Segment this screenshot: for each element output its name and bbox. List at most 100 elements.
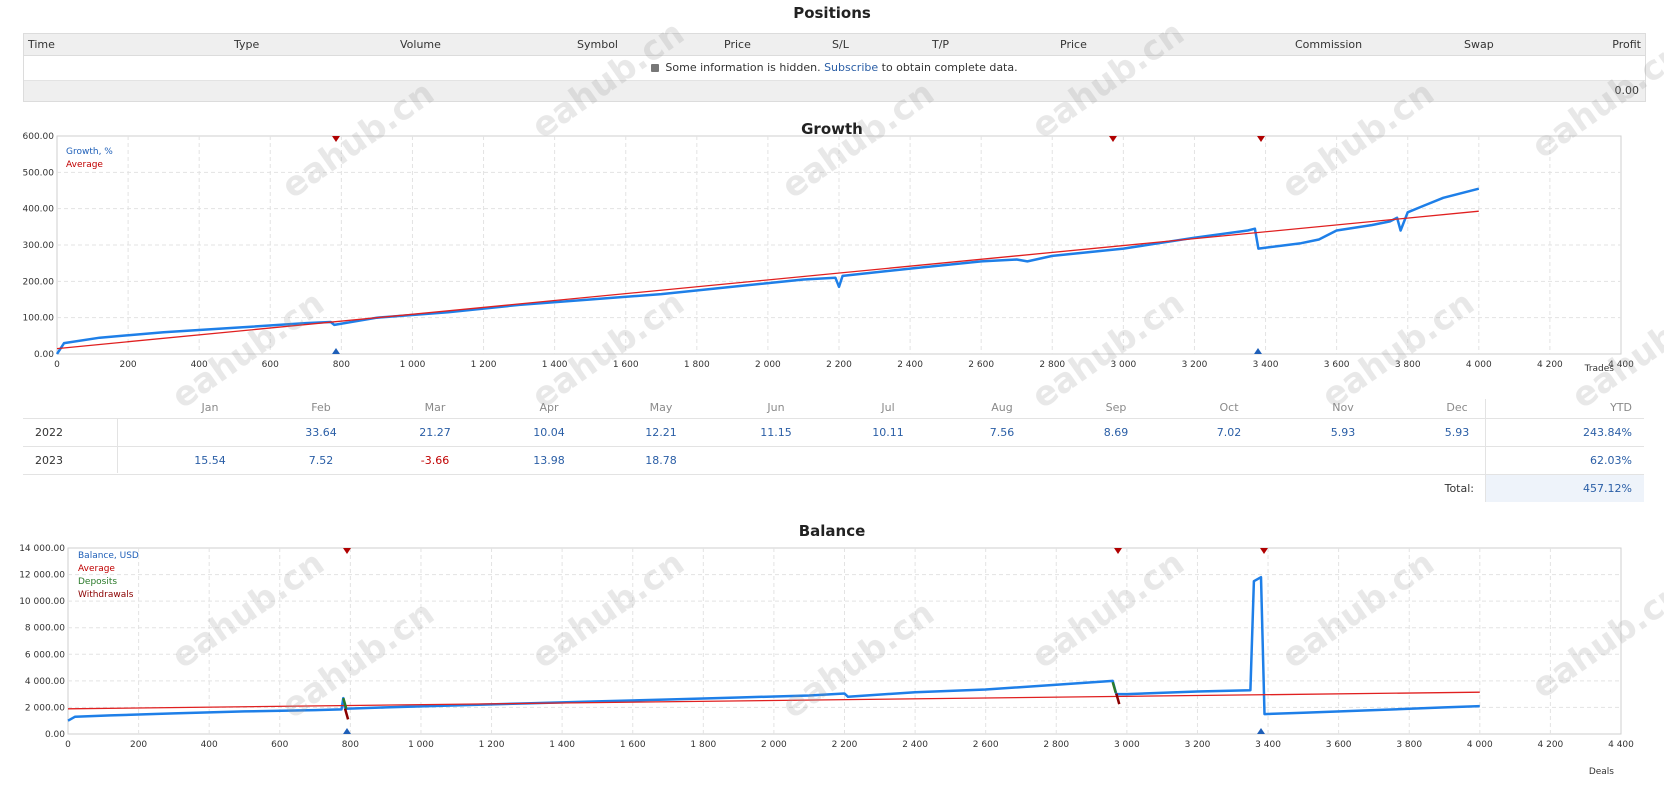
month-value: 7.52 [308,454,334,467]
x-tick-label: 1 600 [620,740,646,750]
x-tick-label: 200 [130,740,147,750]
monthly-total: Total: 457.12% [23,475,1644,502]
month-header-aug: Aug [991,401,1013,414]
col-price: Price [724,38,751,51]
x-tick-label: 600 [262,360,279,370]
y-tick-label: 100.00 [23,314,55,324]
month-value: 5.93 [1330,426,1356,439]
x-tick-label: 3 800 [1396,740,1422,750]
x-tick-label: 3 200 [1182,360,1208,370]
balance-xlabel: Deals [1589,767,1614,777]
x-tick-label: 400 [201,740,218,750]
col-time: Time [28,38,55,51]
ytd-value: 243.84% [1583,426,1632,439]
positions-table: Time Type Volume Symbol Price S/L T/P Pr… [23,33,1646,102]
x-tick-label: 3 000 [1110,360,1136,370]
y-tick-label: 0.00 [45,730,65,740]
col-close-price: Price [1060,38,1087,51]
x-tick-label: 4 400 [1608,740,1634,750]
lock-icon [651,64,660,72]
balance-chart: 0 200 400 600 800 1 000 1 200 1 400 1 600 1 800 2 … [19,544,1634,777]
growth-legend-growth: Growth, % [66,147,113,157]
balance-legend-deposits: Deposits [78,577,117,587]
col-sl: S/L [832,38,849,51]
growth-xlabel: Trades [1584,364,1615,374]
month-value: 33.64 [305,426,337,439]
x-tick-label: 0 [65,740,71,750]
positions-title: Positions [793,4,871,22]
x-tick-label: 1 800 [684,360,710,370]
positions-total: 0.00 [24,81,1645,101]
month-value: 12.21 [645,426,677,439]
x-tick-label: 3 000 [1114,740,1140,750]
x-tick-label: 2 600 [973,740,999,750]
year-label: 2023 [35,454,63,467]
x-tick-label: 400 [191,360,208,370]
x-tick-label: 2 400 [897,360,923,370]
x-tick-label: 2 400 [902,740,928,750]
y-tick-label: 400.00 [23,205,55,215]
month-value: 10.11 [872,426,904,439]
x-tick-label: 3 400 [1253,360,1279,370]
x-tick-label: 4 200 [1537,360,1563,370]
subscribe-link[interactable]: Subscribe [824,61,878,74]
x-tick-label: 1 600 [613,360,639,370]
month-header-dec: Dec [1446,401,1468,414]
month-value: -3.66 [420,454,450,467]
x-tick-label: 1 000 [408,740,434,750]
monthly-table: Jan Feb Mar Apr May Jun Jul Aug Sep Oct Nov Dec YTD … [23,399,1644,502]
y-tick-label: 300.00 [23,241,55,251]
x-tick-label: 3 600 [1326,740,1352,750]
balance-legend-withdrawals: Withdrawals [78,590,134,600]
x-tick-label: 600 [271,740,288,750]
growth-legend-average: Average [66,160,103,170]
y-tick-label: 2 000.00 [25,703,65,713]
x-tick-label: 800 [333,360,350,370]
x-tick-label: 2 000 [761,740,787,750]
y-tick-label: 200.00 [23,277,55,287]
month-value: 7.56 [989,426,1015,439]
col-volume: Volume [400,38,441,51]
y-tick-label: 6 000.00 [25,650,65,660]
month-header-mar: Mar [424,401,446,414]
x-tick-label: 3 600 [1324,360,1350,370]
month-header-nov: Nov [1332,401,1354,414]
month-header-oct: Oct [1219,401,1239,414]
col-symbol: Symbol [577,38,618,51]
col-type: Type [234,38,260,51]
col-commission: Commission [1295,38,1363,51]
y-tick-label: 0.00 [34,350,54,360]
month-value: 10.04 [533,426,565,439]
growth-chart: 0 200 400 600 800 1 000 1 200 1 400 1 600 1 800 2 … [23,132,1635,374]
y-tick-label: 10 000.00 [19,597,65,607]
balance-legend-average: Average [78,564,115,574]
month-value: 18.78 [645,454,677,467]
x-tick-label: 2 200 [832,740,858,750]
x-tick-label: 2 800 [1043,740,1069,750]
monthly-header: Jan Feb Mar Apr May Jun Jul Aug Sep Oct Nov Dec YTD [23,399,1644,419]
x-tick-label: 2 000 [755,360,781,370]
total-label: Total: [1444,482,1474,495]
x-tick-label: 3 800 [1395,360,1421,370]
monthly-row-2023: 2023 15.54 7.52 -3.66 13.98 18.78 62.03% [23,447,1644,475]
y-tick-label: 4 000.00 [25,677,65,687]
x-tick-label: 2 200 [826,360,852,370]
month-value: 15.54 [194,454,226,467]
x-tick-label: 1 400 [549,740,575,750]
month-value: 13.98 [533,454,565,467]
x-tick-label: 1 400 [542,360,568,370]
y-tick-label: 600.00 [23,132,55,142]
month-value: 21.27 [419,426,451,439]
positions-header: Time Type Volume Symbol Price S/L T/P Pr… [24,34,1645,56]
y-tick-label: 14 000.00 [19,544,65,554]
y-tick-label: 8 000.00 [25,624,65,634]
x-tick-label: 4 000 [1466,360,1492,370]
x-tick-label: 200 [119,360,136,370]
total-value: 457.12% [1583,482,1632,495]
month-header-may: May [649,401,673,414]
y-tick-label: 12 000.00 [19,571,65,581]
x-tick-label: 1 000 [400,360,426,370]
x-tick-label: 800 [342,740,359,750]
x-tick-label: 3 200 [1185,740,1211,750]
month-header-apr: Apr [539,401,559,414]
